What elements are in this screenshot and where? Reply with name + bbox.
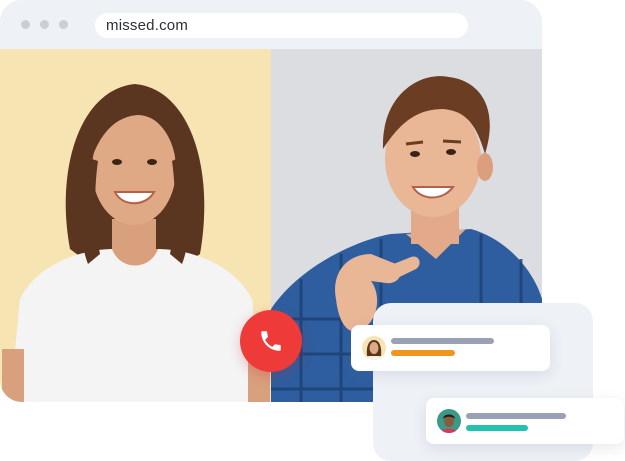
- video-panel-caller: [0, 49, 271, 402]
- phone-icon: [261, 331, 281, 351]
- notification-status-bar: [466, 425, 528, 431]
- notification-title-placeholder: [466, 413, 566, 419]
- address-bar-url: missed.com: [106, 17, 189, 34]
- browser-titlebar: missed.com: [0, 0, 542, 49]
- window-dot-maximize[interactable]: [59, 20, 68, 29]
- hero-illustration: missed.com: [0, 0, 625, 461]
- caller-video-image: [2, 84, 270, 402]
- address-bar[interactable]: missed.com: [95, 13, 468, 38]
- notification-title-placeholder: [391, 338, 494, 344]
- notification-card[interactable]: [426, 398, 624, 444]
- notification-status-bar: [391, 350, 455, 356]
- avatar-woman: [362, 336, 386, 360]
- avatar-man: [437, 409, 461, 433]
- end-call-button[interactable]: [240, 310, 302, 372]
- window-dot-close[interactable]: [21, 20, 30, 29]
- notification-card[interactable]: [351, 325, 550, 371]
- window-dot-minimize[interactable]: [40, 20, 49, 29]
